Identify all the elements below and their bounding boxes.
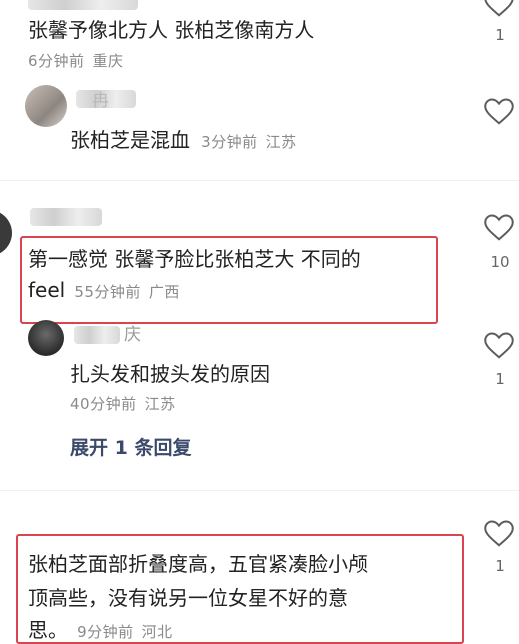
reply-region: 江苏 — [265, 133, 297, 151]
comment-region: 广西 — [148, 283, 180, 301]
author-name-partial: 冉 — [92, 91, 109, 111]
comment-text: 第一感觉 张馨予脸比张柏芝大 不同的 — [28, 247, 361, 271]
avatar[interactable] — [25, 85, 67, 127]
expand-replies-button[interactable]: 展开 1 条回复 — [70, 433, 191, 460]
heart-outline-icon[interactable] — [484, 98, 514, 126]
reply-text: 扎头发和披头发的原因 — [70, 362, 270, 386]
reply-meta: 40分钟前 江苏 — [70, 393, 176, 414]
author-name-blurred[interactable] — [28, 0, 138, 10]
comment-time: 6分钟前 — [28, 52, 85, 70]
author-name-partial: 庆 — [124, 325, 141, 345]
comment-text-line3: 思。 — [28, 618, 68, 642]
like-count: 10 — [490, 253, 510, 271]
comment-line2: feel 55分钟前 广西 — [28, 276, 180, 304]
comment-region: 河北 — [141, 623, 173, 641]
reply-text: 张柏芝是混血 — [70, 128, 190, 152]
comment-text-line2: 顶高些，没有说另一位女星不好的意 — [28, 586, 348, 610]
comment-text-line2: feel — [28, 278, 66, 302]
reply-time: 3分钟前 — [201, 133, 258, 151]
comment-time: 9分钟前 — [77, 623, 134, 641]
avatar[interactable] — [0, 210, 12, 256]
comment-time: 55分钟前 — [74, 283, 141, 301]
reply-line: 张柏芝是混血 3分钟前 江苏 — [70, 126, 297, 154]
comment-text: 张馨予像北方人 张柏芝像南方人 — [28, 18, 315, 42]
heart-outline-icon[interactable] — [484, 214, 514, 242]
reply-region: 江苏 — [144, 395, 176, 413]
avatar[interactable] — [28, 320, 64, 356]
author-name-blurred[interactable] — [30, 208, 102, 226]
author-name-blurred[interactable] — [74, 326, 120, 344]
like-count: 1 — [495, 370, 505, 388]
comment-region: 重庆 — [92, 52, 124, 70]
heart-outline-icon[interactable] — [484, 520, 514, 548]
divider — [0, 490, 519, 491]
divider — [0, 180, 519, 181]
like-count: 1 — [495, 26, 505, 44]
reply-time: 40分钟前 — [70, 395, 137, 413]
like-count: 1 — [495, 557, 505, 575]
comment-meta: 6分钟前 重庆 — [28, 50, 124, 71]
heart-outline-icon[interactable] — [484, 332, 514, 360]
comment-text: 张柏芝面部折叠度高，五官紧凑脸小颅 — [28, 552, 368, 576]
heart-outline-icon[interactable] — [484, 0, 514, 18]
